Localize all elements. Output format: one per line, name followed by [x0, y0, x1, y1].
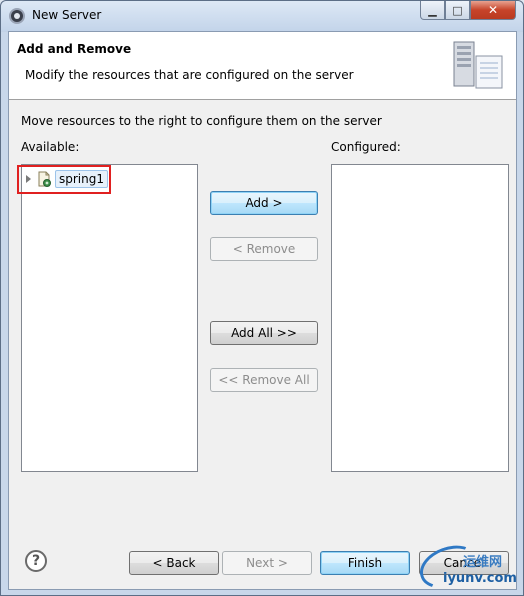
page-description: Modify the resources that are configured…	[25, 68, 354, 82]
available-list[interactable]: spring1	[21, 164, 198, 472]
window-title: New Server	[32, 8, 102, 22]
close-button[interactable]: ✕	[470, 1, 516, 20]
minimize-button[interactable]: ▁	[420, 1, 445, 20]
minimize-icon: ▁	[428, 3, 437, 17]
configured-label: Configured:	[331, 140, 401, 154]
maximize-button[interactable]: □	[445, 1, 470, 20]
watermark-text-bottom: iyunv.com	[443, 571, 517, 586]
dialog-window: New Server ▁ □ ✕ Add and Remove Modify t…	[0, 0, 524, 596]
instruction-text: Move resources to the right to configure…	[21, 114, 382, 128]
configured-list[interactable]	[331, 164, 509, 472]
back-button[interactable]: < Back	[129, 551, 219, 575]
eclipse-app-icon	[9, 8, 25, 24]
wizard-banner: Add and Remove Modify the resources that…	[9, 32, 516, 100]
remove-button[interactable]: < Remove	[210, 237, 318, 261]
watermark-text-top: 运维网	[463, 555, 503, 570]
remove-all-button[interactable]: << Remove All	[210, 368, 318, 392]
server-icon	[453, 41, 503, 89]
next-button[interactable]: Next >	[222, 551, 312, 575]
add-all-button[interactable]: Add All >>	[210, 321, 318, 345]
annotation-highlight-box	[17, 165, 111, 194]
page-title: Add and Remove	[17, 42, 132, 56]
finish-button[interactable]: Finish	[320, 551, 410, 575]
dialog-client-area: Add and Remove Modify the resources that…	[8, 31, 517, 590]
title-bar[interactable]: New Server ▁ □ ✕	[1, 1, 523, 31]
close-icon: ✕	[487, 3, 499, 17]
add-button[interactable]: Add >	[210, 191, 318, 215]
maximize-icon: □	[452, 3, 463, 17]
available-label: Available:	[21, 140, 80, 154]
site-watermark: 运维网 iyunv.com	[413, 537, 523, 596]
help-icon[interactable]: ?	[25, 550, 47, 572]
